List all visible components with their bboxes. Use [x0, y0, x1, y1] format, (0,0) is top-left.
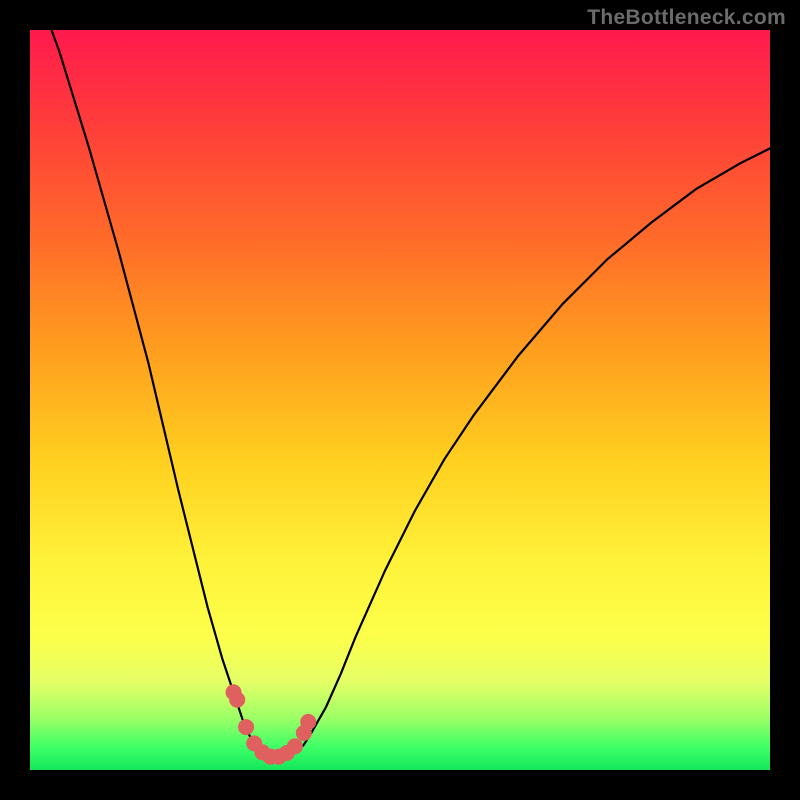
watermark-text: TheBottleneck.com [587, 6, 786, 30]
curve-marker [238, 719, 254, 735]
bottleneck-curve [30, 0, 770, 758]
curve-marker [300, 714, 316, 730]
curve-marker [287, 738, 303, 754]
curve-marker [229, 692, 245, 708]
chart-canvas: TheBottleneck.com [0, 0, 800, 800]
chart-svg [30, 30, 770, 770]
curve-markers [226, 684, 317, 764]
plot-area [30, 30, 770, 770]
